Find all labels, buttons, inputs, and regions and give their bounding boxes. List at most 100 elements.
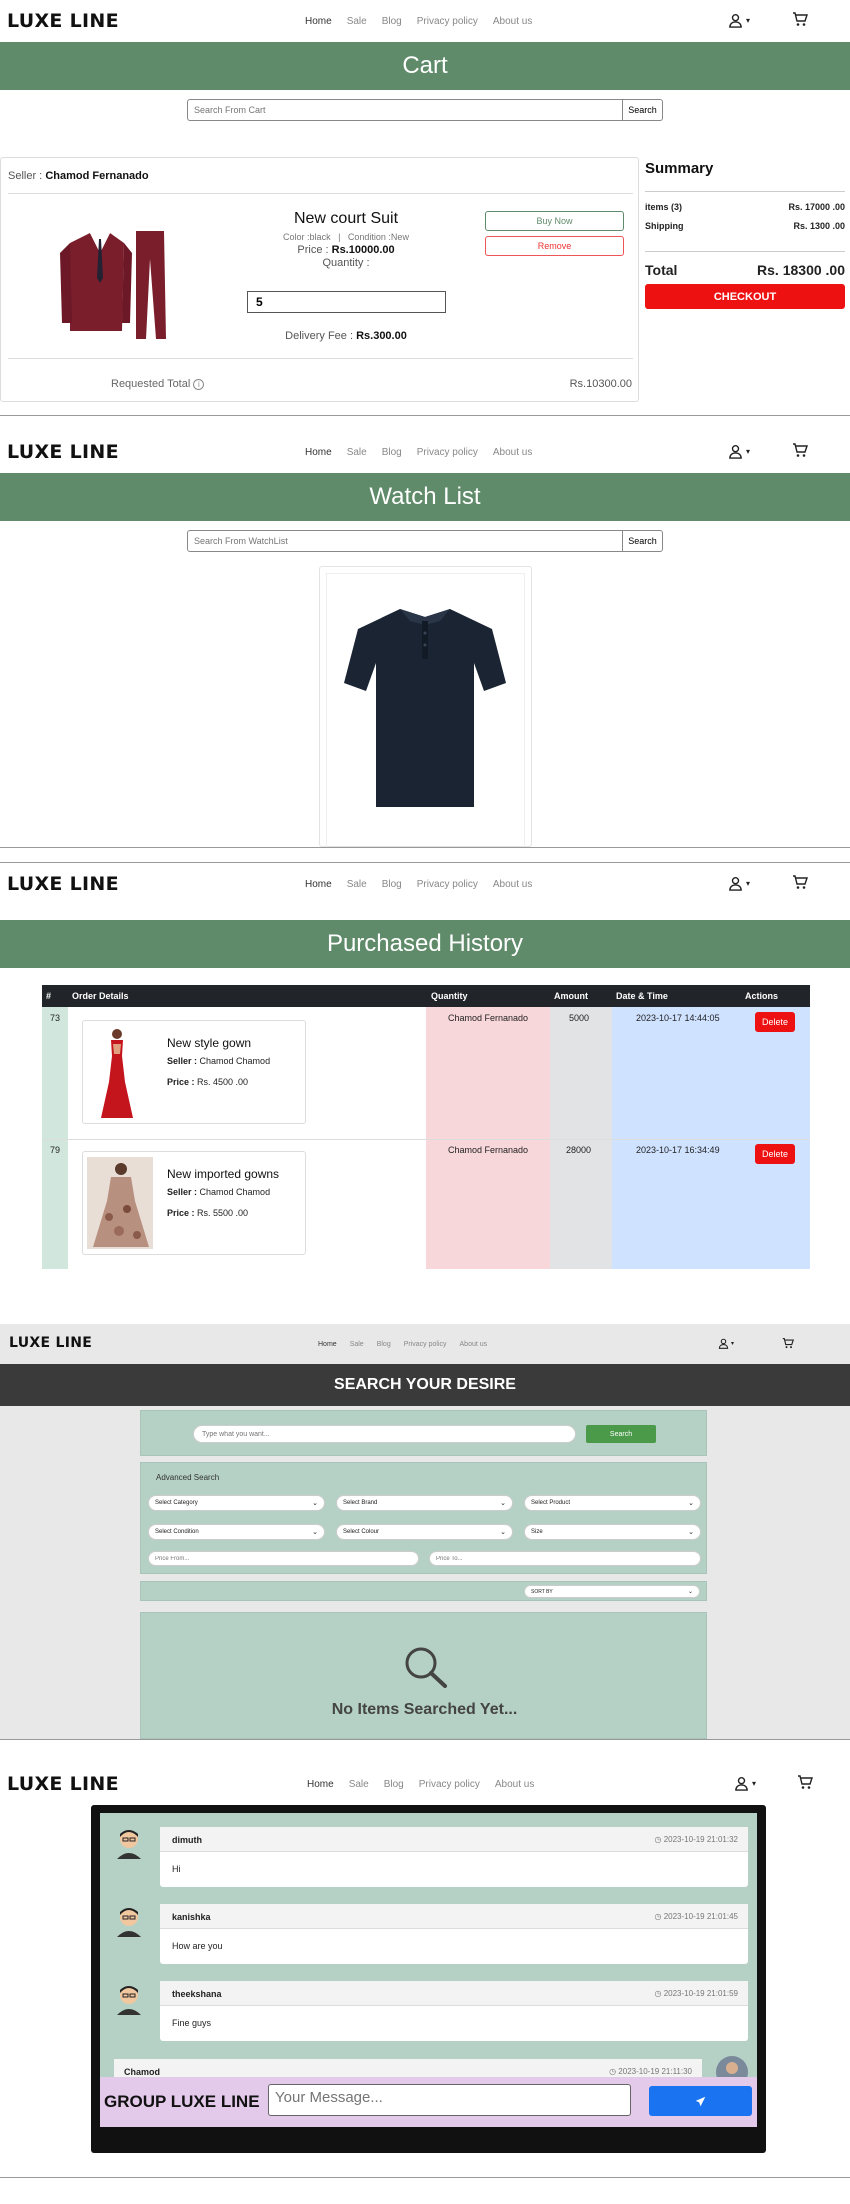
search-button[interactable]: Search bbox=[586, 1425, 656, 1443]
checkout-button[interactable]: CHECKOUT bbox=[645, 284, 845, 309]
select-product[interactable]: Select Product ⌄ bbox=[524, 1495, 701, 1511]
user-menu[interactable]: ▾ bbox=[718, 1338, 734, 1349]
user-menu[interactable]: ▾ bbox=[728, 444, 750, 459]
nav-menu: Home Sale Blog Privacy policy About us bbox=[305, 863, 532, 905]
message-time-value: 2023-10-19 21:01:59 bbox=[663, 1989, 738, 1998]
order-card[interactable]: New imported gowns Seller : Chamod Chamo… bbox=[82, 1151, 306, 1255]
message-text: Hi bbox=[172, 1864, 181, 1874]
message-time: ◷ 2023-10-19 21:01:59 bbox=[654, 1989, 738, 1998]
nav-link-home[interactable]: Home bbox=[305, 16, 332, 27]
nav-link-sale[interactable]: Sale bbox=[350, 1341, 364, 1348]
buy-now-button[interactable]: Buy Now bbox=[485, 211, 624, 231]
chat-messages[interactable]: dimuth ◷ 2023-10-19 21:01:32 Hi kanishka… bbox=[100, 1813, 757, 2077]
history-page: LUXE LINE Home Sale Blog Privacy policy … bbox=[0, 863, 850, 1283]
chevron-down-icon: ⌄ bbox=[500, 1500, 506, 1507]
cart-icon bbox=[798, 1775, 813, 1789]
user-menu[interactable]: ▾ bbox=[728, 876, 750, 891]
summary-total-label: Total bbox=[645, 262, 678, 278]
quantity-label: Quantity : bbox=[322, 257, 370, 269]
message-author: theekshana bbox=[172, 1989, 222, 1999]
order-card[interactable]: New style gown Seller : Chamod Chamod Pr… bbox=[82, 1020, 306, 1124]
nav-link-about[interactable]: About us bbox=[495, 1779, 534, 1790]
nav-link-about[interactable]: About us bbox=[493, 16, 532, 27]
cart-search-button[interactable]: Search bbox=[623, 99, 663, 121]
product-price: Price : Rs.10000.00 bbox=[241, 244, 451, 256]
search-banner: SEARCH YOUR DESIRE bbox=[0, 1364, 850, 1406]
message-time: ◷ 2023-10-19 21:01:45 bbox=[654, 1912, 738, 1921]
watchlist-search-input[interactable] bbox=[187, 530, 623, 552]
nav-link-home[interactable]: Home bbox=[318, 1341, 337, 1348]
chevron-down-icon: ▾ bbox=[746, 879, 751, 888]
nav-link-home[interactable]: Home bbox=[305, 447, 332, 458]
logo[interactable]: LUXE LINE bbox=[7, 10, 119, 32]
row-date: 2023-10-17 16:34:49 bbox=[636, 1145, 720, 1155]
nav-link-privacy[interactable]: Privacy policy bbox=[419, 1779, 480, 1790]
summary-shipping-value: Rs. 1300 .00 bbox=[793, 221, 845, 231]
logo[interactable]: LUXE LINE bbox=[7, 441, 119, 463]
delete-button[interactable]: Delete bbox=[755, 1144, 795, 1164]
nav-link-sale[interactable]: Sale bbox=[349, 1779, 369, 1790]
cart-button[interactable] bbox=[782, 1337, 794, 1349]
row-amount: 28000 bbox=[566, 1145, 592, 1155]
watchlist-search-button[interactable]: Search bbox=[623, 530, 663, 552]
price-value: Rs.10000.00 bbox=[331, 244, 395, 256]
summary-items-label: items (3) bbox=[645, 202, 683, 212]
nav-link-about[interactable]: About us bbox=[493, 447, 532, 458]
sort-select[interactable]: SORT BY ⌄ bbox=[524, 1585, 700, 1598]
nav-link-blog[interactable]: Blog bbox=[382, 879, 402, 890]
nav-link-blog[interactable]: Blog bbox=[382, 447, 402, 458]
watchlist-item-card[interactable] bbox=[319, 566, 532, 848]
nav-link-privacy[interactable]: Privacy policy bbox=[417, 16, 478, 27]
user-icon bbox=[729, 876, 742, 891]
select-colour[interactable]: Select Colour ⌄ bbox=[336, 1524, 513, 1540]
message-author: Chamod bbox=[124, 2067, 160, 2077]
clock-icon: ◷ bbox=[654, 1835, 662, 1844]
nav-link-about[interactable]: About us bbox=[460, 1341, 488, 1348]
select-category[interactable]: Select Category ⌄ bbox=[148, 1495, 325, 1511]
logo[interactable]: LUXE LINE bbox=[7, 873, 119, 895]
cart-button[interactable] bbox=[792, 874, 808, 890]
nav-link-sale[interactable]: Sale bbox=[347, 447, 367, 458]
logo[interactable]: LUXE LINE bbox=[7, 1773, 119, 1795]
price-from-input[interactable] bbox=[148, 1551, 419, 1566]
cart-button[interactable] bbox=[792, 442, 808, 458]
cart-button[interactable] bbox=[797, 1774, 813, 1790]
nav-link-sale[interactable]: Sale bbox=[347, 879, 367, 890]
send-button[interactable] bbox=[649, 2086, 752, 2116]
nav-link-privacy[interactable]: Privacy policy bbox=[417, 447, 478, 458]
user-menu[interactable]: ▾ bbox=[728, 13, 750, 28]
table-row: 79 New imported gowns Seller : Chamod Ch… bbox=[42, 1139, 810, 1269]
seller-name: Chamod Fernanado bbox=[45, 170, 149, 182]
cart-button[interactable] bbox=[792, 11, 808, 27]
nav-link-home[interactable]: Home bbox=[305, 879, 332, 890]
search-input[interactable] bbox=[193, 1425, 576, 1443]
summary-total-value: Rs. 18300 .00 bbox=[757, 262, 845, 278]
results-panel: No Items Searched Yet... bbox=[140, 1612, 707, 1739]
delete-button[interactable]: Delete bbox=[755, 1012, 795, 1032]
product-image-floral-gown bbox=[87, 1157, 153, 1249]
nav-link-privacy[interactable]: Privacy policy bbox=[417, 879, 478, 890]
select-size[interactable]: Size ⌄ bbox=[524, 1524, 701, 1540]
chat-message: kanishka ◷ 2023-10-19 21:01:45 How are y… bbox=[160, 1904, 748, 1964]
nav-link-blog[interactable]: Blog bbox=[377, 1341, 391, 1348]
nav-link-home[interactable]: Home bbox=[307, 1779, 334, 1790]
quantity-input[interactable] bbox=[247, 291, 446, 313]
logo[interactable]: LUXE LINE bbox=[9, 1335, 92, 1351]
header-quantity: Quantity bbox=[431, 991, 468, 1001]
navbar: LUXE LINE Home Sale Blog Privacy policy … bbox=[0, 0, 850, 42]
info-icon[interactable]: i bbox=[193, 379, 205, 390]
row-date: 2023-10-17 14:44:05 bbox=[636, 1013, 720, 1023]
nav-link-about[interactable]: About us bbox=[493, 879, 532, 890]
message-input[interactable] bbox=[268, 2084, 631, 2116]
nav-link-sale[interactable]: Sale bbox=[347, 16, 367, 27]
nav-link-blog[interactable]: Blog bbox=[382, 16, 402, 27]
select-condition[interactable]: Select Condition ⌄ bbox=[148, 1524, 325, 1540]
price-to-input[interactable] bbox=[429, 1551, 701, 1566]
nav-link-blog[interactable]: Blog bbox=[384, 1779, 404, 1790]
cart-search-input[interactable] bbox=[187, 99, 623, 121]
seller-value: Chamod Chamod bbox=[199, 1187, 271, 1197]
select-brand[interactable]: Select Brand ⌄ bbox=[336, 1495, 513, 1511]
user-menu[interactable]: ▾ bbox=[734, 1776, 756, 1791]
remove-button[interactable]: Remove bbox=[485, 236, 624, 256]
nav-link-privacy[interactable]: Privacy policy bbox=[404, 1341, 447, 1348]
